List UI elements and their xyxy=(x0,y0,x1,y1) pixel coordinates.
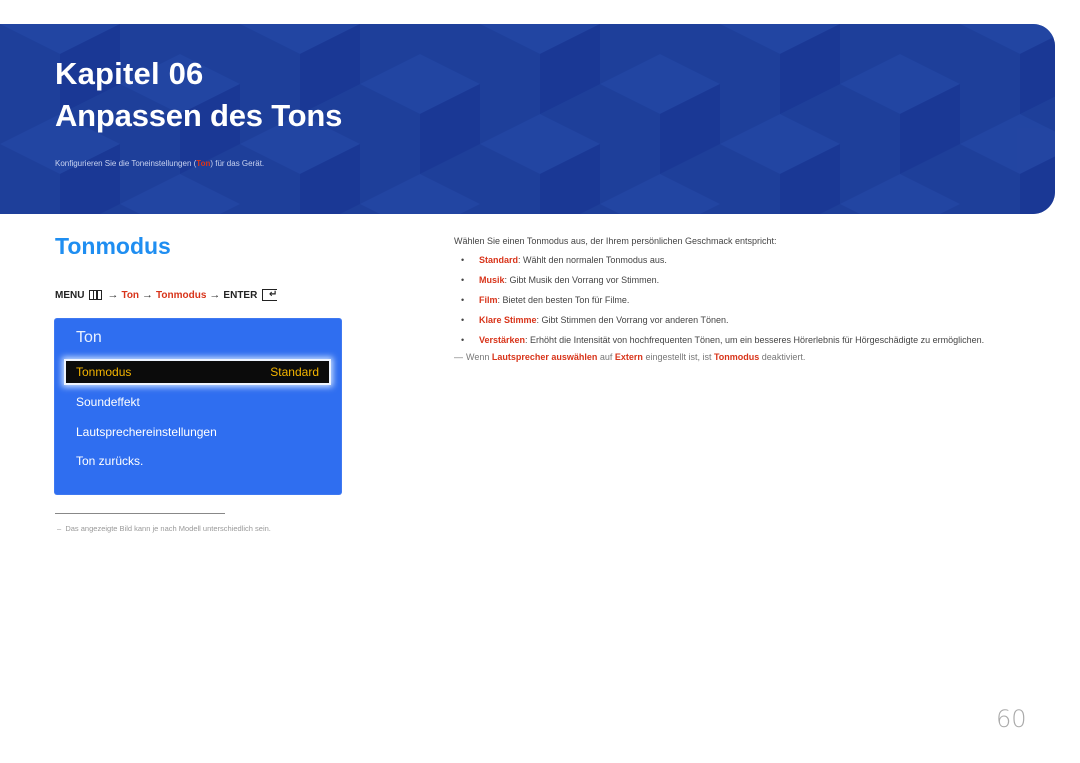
note-text: Wenn xyxy=(466,352,492,362)
bullet-icon: • xyxy=(461,295,465,305)
subtitle-text-after: ) für das Gerät. xyxy=(210,159,265,168)
subtitle-highlight: Ton xyxy=(196,159,211,168)
bullet-icon: • xyxy=(461,315,465,325)
arrow-icon: → xyxy=(209,289,221,301)
osd-item-soundeffekt[interactable]: Soundeffekt xyxy=(76,395,140,409)
option-text: : Bietet den besten Ton für Filme. xyxy=(497,295,630,305)
note-term: Lautsprecher auswählen xyxy=(491,352,598,362)
footnote-text: Das angezeigte Bild kann je nach Modell … xyxy=(65,524,271,533)
section-title: Tonmodus xyxy=(55,233,171,259)
enter-label: ENTER xyxy=(223,289,258,301)
menu-path-step-ton: Ton xyxy=(121,289,140,301)
note-term: Tonmodus xyxy=(713,352,760,362)
tonmodus-description: Wählen Sie einen Tonmodus aus, der Ihrem… xyxy=(454,236,1014,362)
note-text: eingestellt ist, ist xyxy=(642,352,714,362)
option-text: : Wählt den normalen Tonmodus aus. xyxy=(518,255,667,265)
option-term: Klare Stimme xyxy=(479,315,537,325)
option-text: : Erhöht die Intensität von hochfrequent… xyxy=(525,335,985,345)
enter-icon: ↵ xyxy=(262,289,278,301)
subtitle-text-before: Konfigurieren Sie die Toneinstellungen ( xyxy=(55,159,197,168)
option-klare-stimme: • Klare Stimme: Gibt Stimmen den Vorrang … xyxy=(454,314,1014,326)
osd-item-tonmodus-selected[interactable]: Tonmodus Standard xyxy=(64,359,331,385)
arrow-icon: → xyxy=(142,289,154,301)
note-term: Extern xyxy=(614,352,643,362)
bullet-icon: • xyxy=(461,255,465,265)
menu-label: MENU xyxy=(55,289,85,301)
description-intro: Wählen Sie einen Tonmodus aus, der Ihrem… xyxy=(454,236,777,246)
osd-menu-ton: Ton Tonmodus Standard Soundeffekt Lautsp… xyxy=(54,318,342,495)
page-number: 60 xyxy=(996,705,1027,733)
option-musik: • Musik: Gibt Musik den Vorrang vor Stimm… xyxy=(454,274,1014,286)
menu-path-step-tonmodus: Tonmodus xyxy=(156,289,207,301)
option-term: Musik xyxy=(479,275,505,285)
option-verstaerken: • Verstärken: Erhöht die Intensität von h… xyxy=(454,334,1014,346)
option-text: : Gibt Musik den Vorrang vor Stimmen. xyxy=(504,275,660,285)
option-text: : Gibt Stimmen den Vorrang vor anderen T… xyxy=(536,315,729,325)
option-film: • Film: Bietet den besten Ton für Filme. xyxy=(454,294,1014,306)
footnote-divider xyxy=(55,513,225,514)
osd-selected-value: Standard xyxy=(270,365,319,379)
option-standard: • Standard: Wählt den normalen Tonmodus a… xyxy=(454,254,1014,266)
note-dash: — xyxy=(454,352,463,362)
osd-selected-label: Tonmodus xyxy=(76,365,132,379)
osd-title: Ton xyxy=(76,329,102,346)
note-text: deaktiviert. xyxy=(759,352,806,362)
bullet-icon: • xyxy=(461,335,465,345)
osd-item-lautsprechereinstellungen[interactable]: Lautsprechereinstellungen xyxy=(76,425,217,439)
footnote-dash: – xyxy=(57,524,62,533)
chapter-banner: Kapitel 06 Anpassen des Tons Konfigurier… xyxy=(0,24,1055,214)
chapter-number: Kapitel 06 xyxy=(55,56,204,91)
osd-item-ton-zuruecks[interactable]: Ton zurücks. xyxy=(76,454,143,468)
option-term: Film xyxy=(479,295,498,305)
note-text: auf xyxy=(597,352,615,362)
bullet-icon: • xyxy=(461,275,465,285)
chapter-subtitle: Konfigurieren Sie die Toneinstellungen (… xyxy=(55,159,264,168)
footnote: – Das angezeigte Bild kann je nach Model… xyxy=(57,524,271,533)
option-term: Standard xyxy=(479,255,519,265)
menu-icon xyxy=(89,290,103,300)
note: — Wenn Lautsprecher auswählen auf Extern … xyxy=(454,352,1014,362)
tonmodus-options-list: • Standard: Wählt den normalen Tonmodus a… xyxy=(454,254,1014,346)
menu-path: MENU → Ton → Tonmodus → ENTER ↵ xyxy=(55,289,278,301)
arrow-icon: → xyxy=(107,289,119,301)
option-term: Verstärken xyxy=(479,335,526,345)
chapter-title: Anpassen des Tons xyxy=(55,98,343,133)
